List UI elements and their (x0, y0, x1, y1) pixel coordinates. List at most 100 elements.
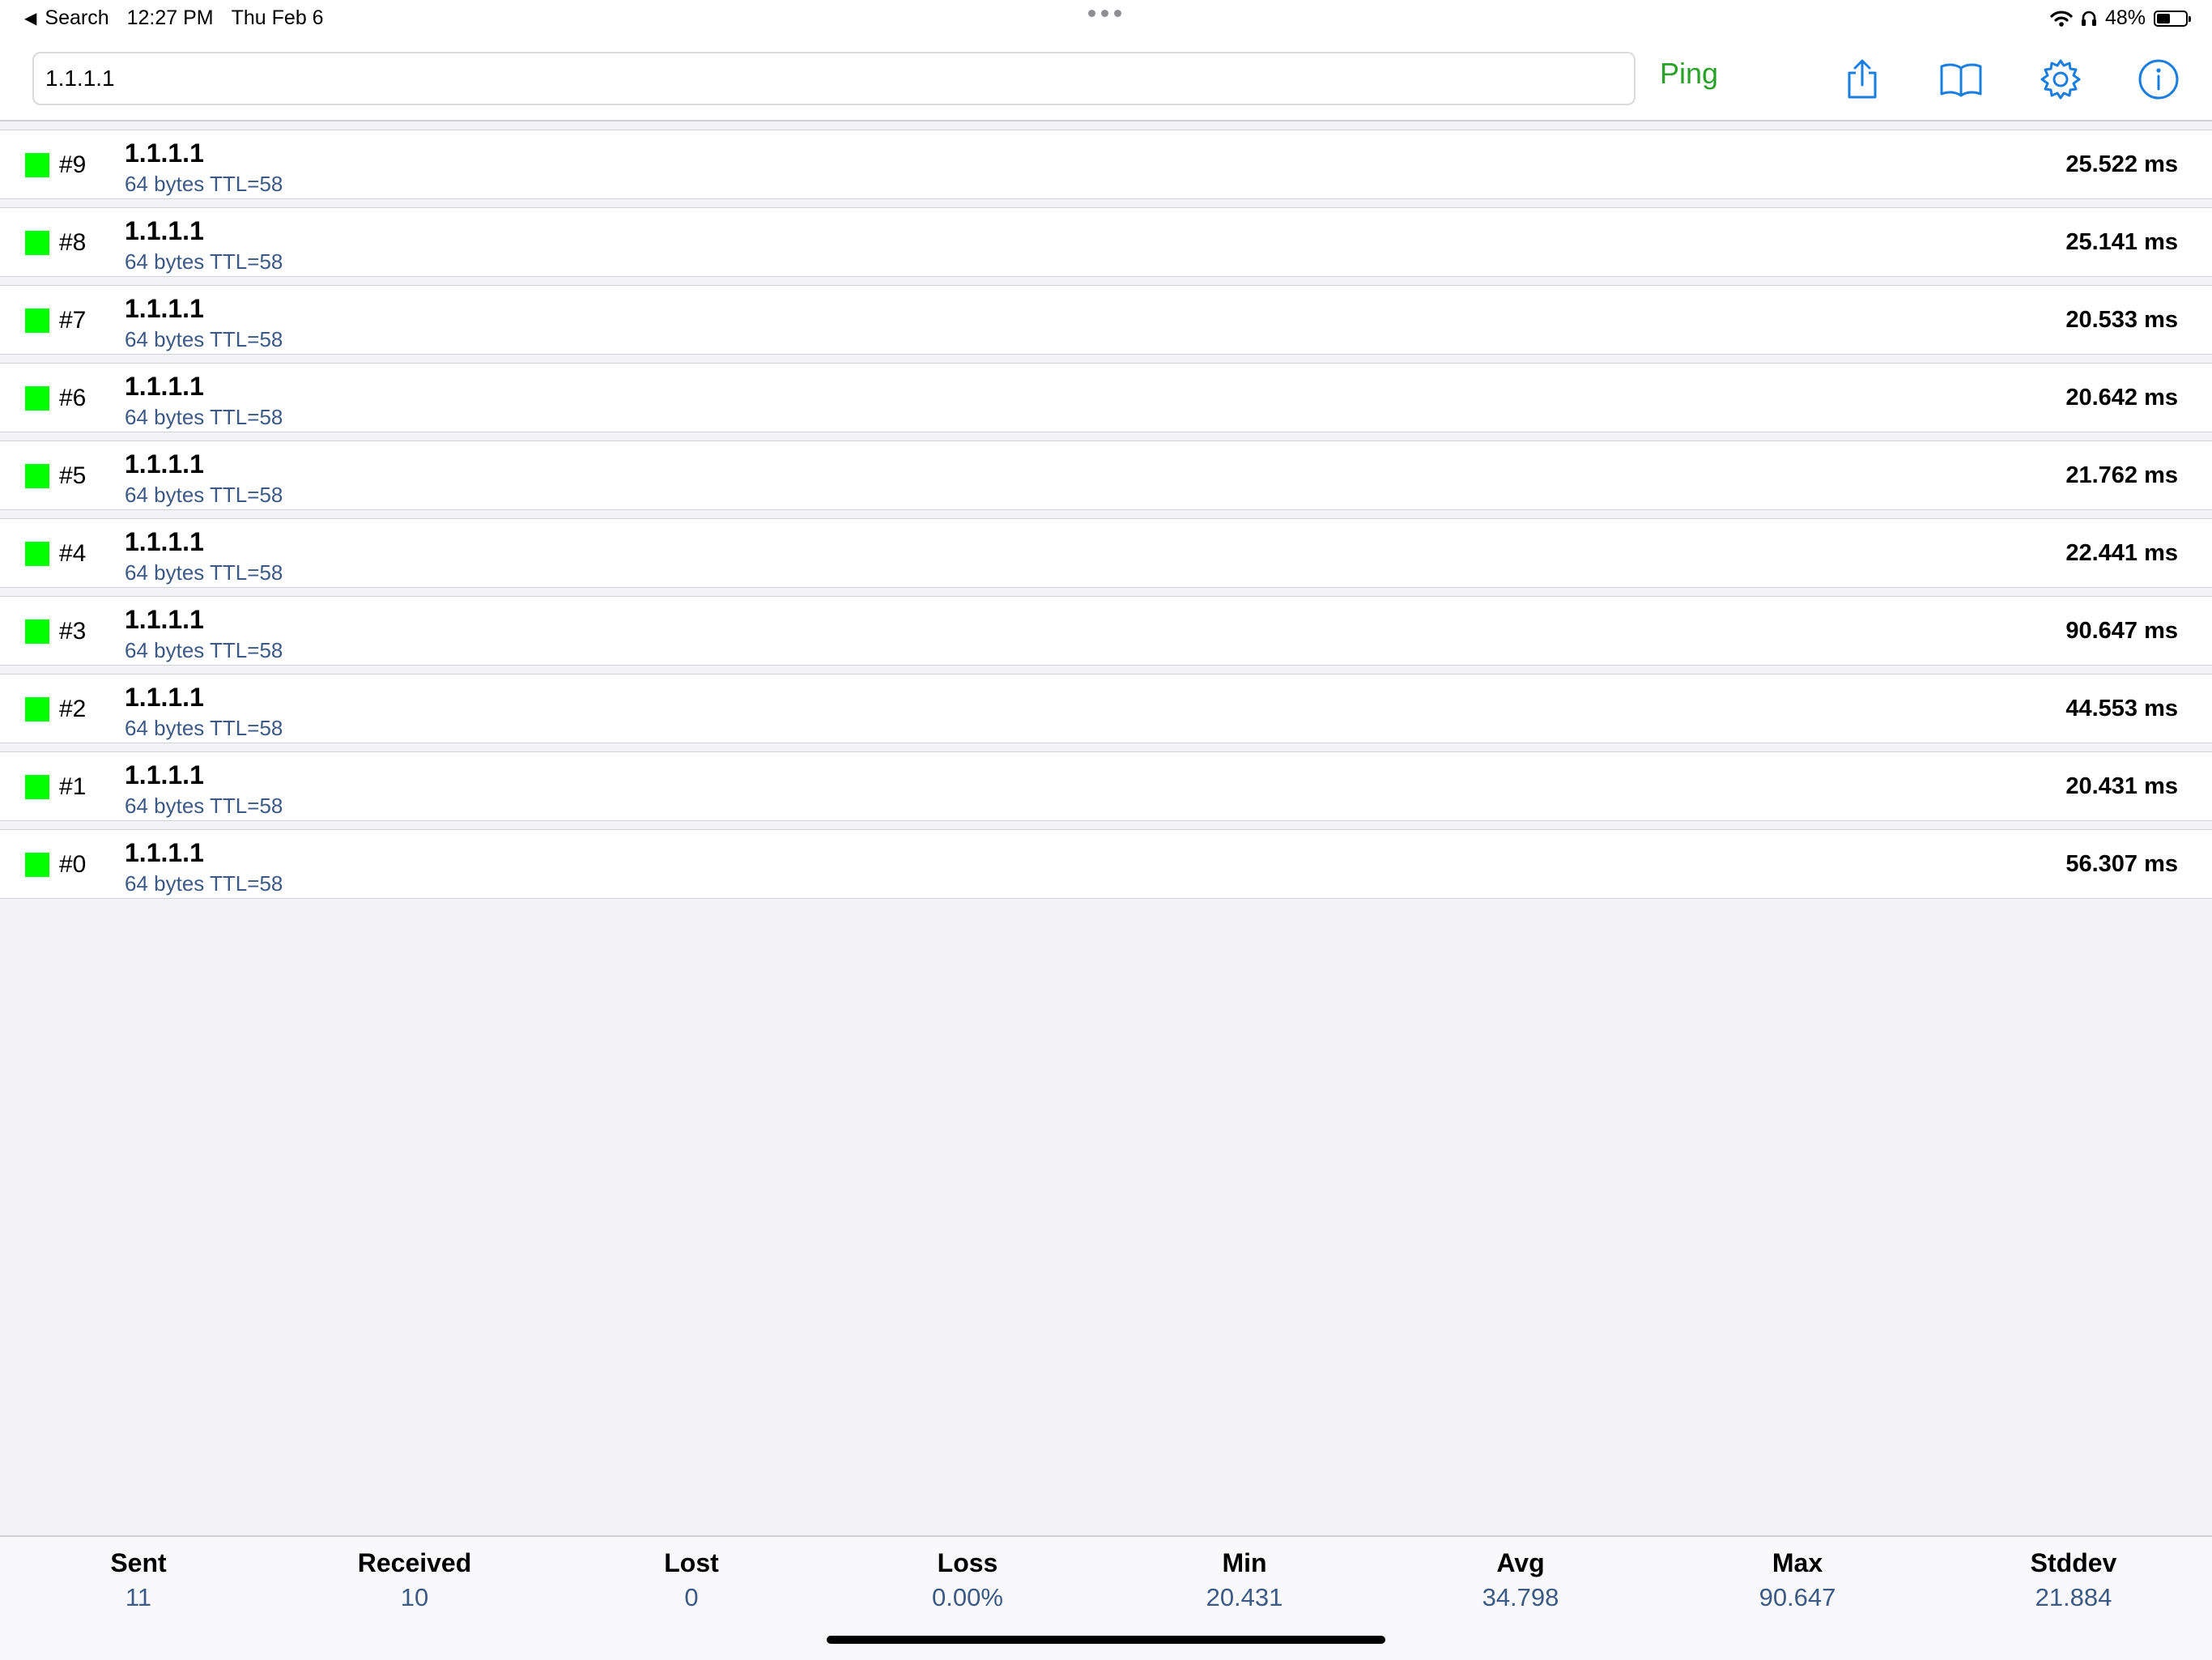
status-indicator (25, 309, 49, 333)
multitasking-dots-icon[interactable] (1088, 10, 1121, 17)
info-icon[interactable] (2134, 55, 2183, 104)
status-indicator (25, 464, 49, 488)
result-time: 25.141 ms (2065, 229, 2178, 255)
status-indicator (25, 697, 49, 721)
stat-value: 10 (400, 1583, 429, 1611)
result-time: 20.533 ms (2065, 307, 2178, 333)
battery-fill (2157, 13, 2170, 23)
stat-label: Min (1222, 1548, 1267, 1577)
result-time: 21.762 ms (2065, 462, 2178, 488)
stat-avg: Avg 34.798 (1383, 1548, 1658, 1612)
stat-lost: Lost 0 (554, 1548, 829, 1612)
result-detail: 64 bytes TTL=58 (125, 405, 283, 429)
result-detail: 64 bytes TTL=58 (125, 172, 283, 196)
result-time: 90.647 ms (2065, 618, 2178, 644)
status-indicator (25, 153, 49, 177)
result-row[interactable]: #7 1.1.1.1 64 bytes TTL=58 20.533 ms (0, 285, 2212, 355)
book-icon[interactable] (1937, 55, 1985, 104)
result-row[interactable]: #9 1.1.1.1 64 bytes TTL=58 25.522 ms (0, 130, 2212, 199)
sequence-number: #1 (59, 773, 87, 800)
result-row[interactable]: #0 1.1.1.1 64 bytes TTL=58 56.307 ms (0, 829, 2212, 899)
result-row[interactable]: #3 1.1.1.1 64 bytes TTL=58 90.647 ms (0, 596, 2212, 666)
sequence-number: #9 (59, 151, 87, 178)
headphones-icon (2081, 11, 2096, 26)
result-detail: 64 bytes TTL=58 (125, 483, 283, 507)
ping-button[interactable]: Ping (1660, 57, 1718, 91)
result-row[interactable]: #2 1.1.1.1 64 bytes TTL=58 44.553 ms (0, 674, 2212, 743)
result-time: 56.307 ms (2065, 851, 2178, 877)
wifi-icon (2050, 10, 2073, 27)
stat-value: 0 (684, 1583, 699, 1611)
stat-label: Sent (110, 1548, 167, 1577)
result-detail: 64 bytes TTL=58 (125, 249, 283, 274)
result-host: 1.1.1.1 (125, 527, 204, 556)
status-bar: ◀ Search 12:27 PM Thu Feb 6 48% (0, 0, 2212, 39)
stat-value: 11 (125, 1583, 152, 1611)
stat-value: 20.431 (1206, 1583, 1283, 1611)
stat-label: Lost (664, 1548, 719, 1577)
result-time: 44.553 ms (2065, 696, 2178, 721)
sequence-number: #4 (59, 540, 87, 567)
back-to-app-label[interactable]: Search (45, 6, 108, 30)
sequence-number: #7 (59, 307, 87, 334)
battery-icon (2154, 10, 2191, 27)
stat-value: 34.798 (1482, 1583, 1559, 1611)
stat-label: Stddev (2030, 1548, 2117, 1577)
sequence-number: #6 (59, 385, 87, 411)
status-left: ◀ Search 12:27 PM Thu Feb 6 (24, 6, 324, 30)
battery-percent: 48% (2104, 6, 2146, 29)
stat-label: Max (1772, 1548, 1823, 1577)
result-time: 20.431 ms (2065, 773, 2178, 799)
status-indicator (25, 619, 49, 644)
stat-loss: Loss 0.00% (830, 1548, 1105, 1612)
stat-value: 90.647 (1759, 1583, 1836, 1611)
status-indicator (25, 853, 49, 877)
result-host: 1.1.1.1 (125, 683, 204, 712)
result-row[interactable]: #5 1.1.1.1 64 bytes TTL=58 21.762 ms (0, 441, 2212, 510)
result-time: 22.441 ms (2065, 540, 2178, 566)
sequence-number: #8 (59, 229, 87, 256)
stat-label: Received (357, 1548, 472, 1577)
sequence-number: #0 (59, 851, 87, 878)
result-host: 1.1.1.1 (125, 138, 204, 168)
sequence-number: #5 (59, 462, 87, 489)
stat-min: Min 20.431 (1107, 1548, 1382, 1612)
back-arrow-icon[interactable]: ◀ (24, 8, 36, 28)
result-row[interactable]: #6 1.1.1.1 64 bytes TTL=58 20.642 ms (0, 363, 2212, 432)
result-host: 1.1.1.1 (125, 372, 204, 401)
stat-value: 0.00% (932, 1583, 1003, 1611)
share-icon[interactable] (1838, 55, 1887, 104)
result-host: 1.1.1.1 (125, 605, 204, 634)
status-indicator (25, 231, 49, 255)
status-right: 48% (2050, 6, 2191, 30)
home-indicator[interactable] (827, 1636, 1385, 1644)
result-detail: 64 bytes TTL=58 (125, 327, 283, 351)
stat-max: Max 90.647 (1660, 1548, 1935, 1612)
result-detail: 64 bytes TTL=58 (125, 638, 283, 662)
stat-label: Avg (1496, 1548, 1545, 1577)
status-date: Thu Feb 6 (231, 6, 324, 29)
result-host: 1.1.1.1 (125, 838, 204, 867)
stat-value: 21.884 (2035, 1583, 2112, 1611)
result-host: 1.1.1.1 (125, 449, 204, 479)
result-time: 25.522 ms (2065, 151, 2178, 177)
stat-received: Received 10 (277, 1548, 552, 1612)
toolbar: Ping (0, 39, 2212, 121)
result-detail: 64 bytes TTL=58 (125, 871, 283, 896)
status-indicator (25, 775, 49, 799)
status-indicator (25, 542, 49, 566)
stat-sent: Sent 11 (1, 1548, 276, 1612)
stat-stddev: Stddev 21.884 (1936, 1548, 2211, 1612)
result-host: 1.1.1.1 (125, 216, 204, 245)
result-host: 1.1.1.1 (125, 760, 204, 790)
sequence-number: #2 (59, 696, 87, 722)
result-row[interactable]: #1 1.1.1.1 64 bytes TTL=58 20.431 ms (0, 751, 2212, 821)
result-detail: 64 bytes TTL=58 (125, 794, 283, 818)
status-indicator (25, 386, 49, 411)
host-input[interactable] (32, 52, 1636, 105)
result-time: 20.642 ms (2065, 385, 2178, 411)
gear-icon[interactable] (2036, 55, 2085, 104)
result-row[interactable]: #8 1.1.1.1 64 bytes TTL=58 25.141 ms (0, 207, 2212, 277)
result-host: 1.1.1.1 (125, 294, 204, 323)
result-row[interactable]: #4 1.1.1.1 64 bytes TTL=58 22.441 ms (0, 518, 2212, 588)
